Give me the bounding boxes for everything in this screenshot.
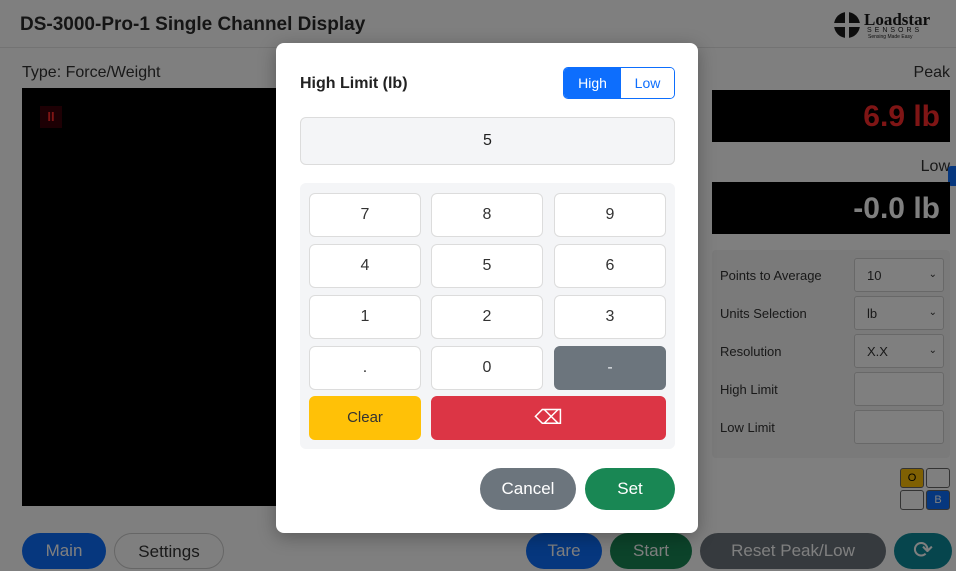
value-display: 5 bbox=[300, 117, 675, 165]
key-0[interactable]: 0 bbox=[431, 346, 543, 390]
modal-title: High Limit (lb) bbox=[300, 75, 408, 92]
clear-button[interactable]: Clear bbox=[309, 396, 421, 440]
toggle-high[interactable]: High bbox=[564, 68, 621, 98]
key-4[interactable]: 4 bbox=[309, 244, 421, 288]
backspace-icon[interactable]: ⌫ bbox=[431, 396, 666, 440]
key-6[interactable]: 6 bbox=[554, 244, 666, 288]
toggle-low[interactable]: Low bbox=[621, 68, 674, 98]
set-button[interactable]: Set bbox=[585, 468, 675, 510]
key-7[interactable]: 7 bbox=[309, 193, 421, 237]
key-1[interactable]: 1 bbox=[309, 295, 421, 339]
key-3[interactable]: 3 bbox=[554, 295, 666, 339]
key-9[interactable]: 9 bbox=[554, 193, 666, 237]
key-2[interactable]: 2 bbox=[431, 295, 543, 339]
numeric-keypad: 7 8 9 4 5 6 1 2 3 . 0 - Clear ⌫ bbox=[300, 183, 675, 449]
cancel-button[interactable]: Cancel bbox=[480, 468, 576, 510]
key-8[interactable]: 8 bbox=[431, 193, 543, 237]
key-minus[interactable]: - bbox=[554, 346, 666, 390]
key-5[interactable]: 5 bbox=[431, 244, 543, 288]
high-low-toggle: High Low bbox=[563, 67, 675, 99]
high-limit-modal: High Limit (lb) High Low 5 7 8 9 4 5 6 1… bbox=[276, 43, 698, 533]
key-decimal[interactable]: . bbox=[309, 346, 421, 390]
